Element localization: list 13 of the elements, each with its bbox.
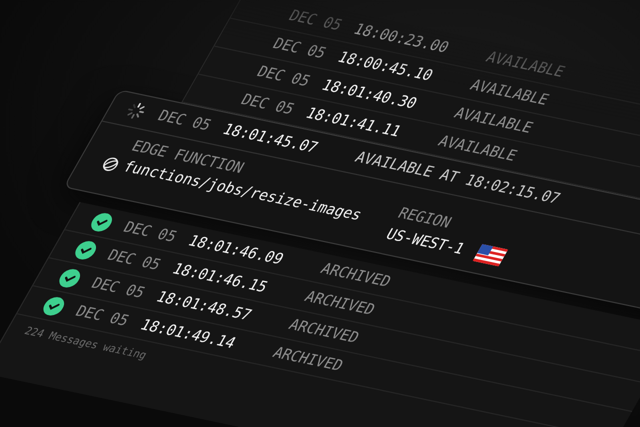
message-date: DEC 05 xyxy=(254,63,314,90)
message-status: ARCHIVED xyxy=(302,288,378,318)
message-date: DEC 05 xyxy=(104,246,164,274)
message-date: DEC 05 xyxy=(120,218,180,246)
message-date: DEC 05 xyxy=(88,274,148,302)
message-date: DEC 05 xyxy=(72,302,132,330)
message-status: ARCHIVED xyxy=(270,344,346,374)
message-date: DEC 05 xyxy=(238,91,298,118)
message-status: ARCHIVED xyxy=(286,316,362,346)
message-date: DEC 05 xyxy=(270,35,330,62)
message-date: DEC 05 xyxy=(286,7,346,34)
message-date: DEC 05 xyxy=(154,108,214,134)
message-status: ARCHIVED xyxy=(318,260,394,290)
